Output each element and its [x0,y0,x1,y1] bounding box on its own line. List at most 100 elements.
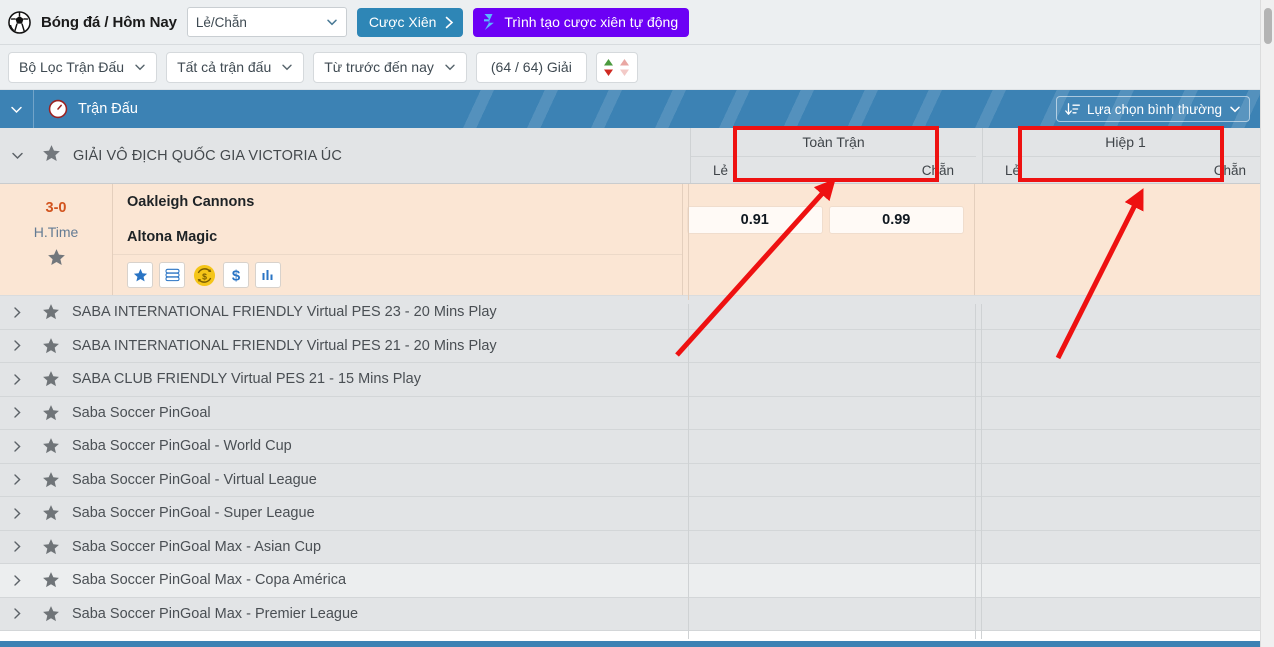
market-group-title: Toàn Trận [802,134,865,150]
section-bar-matches: Trận Đấu Lựa chọn bình thường [0,90,1260,128]
league-expand-toggle[interactable] [0,330,34,363]
away-team-name: Altona Magic [127,228,218,245]
league-favorite-star[interactable] [42,605,60,623]
parlay-button[interactable]: Cược Xiên [356,7,464,37]
league-expand-toggle[interactable] [0,497,34,530]
svg-text:$: $ [202,271,207,281]
league-expand-toggle[interactable] [0,363,34,396]
league-favorite-star[interactable] [42,571,60,589]
cashout-coin-button[interactable]: $ [191,262,217,288]
list-item[interactable]: Saba Soccer PinGoal Max - Premier League [0,597,1260,631]
star-icon [43,572,59,588]
league-expand-toggle[interactable] [0,598,34,631]
league-label: Saba Soccer PinGoal - Super League [72,505,315,522]
horizontal-scrollbar[interactable] [0,641,1260,647]
filter-bar: Bộ Lọc Trận Đấu Tất cả trận đấu Từ trước… [0,45,1274,90]
league-favorite-star[interactable] [42,471,60,489]
match-filter-dropdown[interactable]: Bộ Lọc Trận Đấu [8,51,158,83]
main-content: Trận Đấu Lựa chọn bình thường GIẢI VÔ ĐỊ… [0,90,1268,631]
auto-parlay-button[interactable]: Trình tạo cược xiên tự động [473,7,690,37]
odds-cell-even[interactable]: 0.99 [828,206,964,234]
subheader-odd: Lẻ [713,162,729,178]
match-teams-column: Oakleigh Cannons Altona Magic $ $ [112,184,682,295]
section-collapse-toggle[interactable] [0,90,34,128]
star-icon [43,144,60,161]
league-expand-toggle[interactable] [0,564,34,597]
dollar-button[interactable]: $ [223,262,249,288]
all-matches-label: Tất cả trận đấu [177,59,272,75]
list-item[interactable]: Saba Soccer PinGoal - World Cup [0,430,1260,464]
chevron-right-icon [13,541,21,552]
all-matches-dropdown[interactable]: Tất cả trận đấu [166,51,305,83]
vertical-scrollbar[interactable] [1260,0,1274,647]
market-group-full-match: Toàn Trận Lẻ Chẵn [690,128,976,183]
star-icon [43,304,59,320]
list-item[interactable]: Saba Soccer PinGoal - Super League [0,497,1260,531]
league-count-label: (64 / 64) Giải [490,59,572,75]
star-icon [43,404,59,420]
chevron-down-icon [135,64,145,71]
statistics-button[interactable] [255,262,281,288]
league-favorite-star[interactable] [42,404,60,422]
league-expand-toggle[interactable] [0,397,34,430]
league-label: Saba Soccer PinGoal Max - Asian Cup [72,538,322,555]
chevron-down-icon [282,64,292,71]
match-period: H.Time [33,224,79,240]
league-favorite-star[interactable] [42,303,60,321]
list-item[interactable]: SABA INTERNATIONAL FRIENDLY Virtual PES … [0,329,1260,363]
chevron-right-icon [13,441,21,452]
chevron-right-icon [13,407,21,418]
list-item[interactable]: Saba Soccer PinGoal - Virtual League [0,463,1260,497]
page-title: Bóng đá / Hôm Nay [41,13,177,31]
league-count-button[interactable]: (64 / 64) Giải [475,51,587,83]
market-group-subheaders: Lẻ Chẵn [691,156,976,183]
section-bar-label: Trận Đấu [78,101,138,117]
statistics-bars-icon [262,270,273,280]
league-label: Saba Soccer PinGoal - Virtual League [72,471,317,488]
match-row[interactable]: 3-0 H.Time Oakleigh Cannons Altona Magic [0,184,1260,296]
league-favorite-star[interactable] [42,504,60,522]
chevron-down-icon [327,19,337,26]
chevron-down-icon [11,152,23,160]
league-collapse-toggle[interactable] [0,128,34,183]
subheader-even: Chẵn [921,162,954,178]
time-range-dropdown[interactable]: Từ trước đến nay [313,51,467,83]
league-expand-toggle[interactable] [0,296,34,329]
cashout-coin-icon: $ [193,264,215,286]
list-item[interactable]: Saba Soccer PinGoal Max - Asian Cup [0,530,1260,564]
league-favorite-star[interactable] [42,437,60,455]
match-favorite-star[interactable] [47,248,66,272]
league-label: Saba Soccer PinGoal - World Cup [72,438,292,455]
chevron-right-icon [13,508,21,519]
market-select-value: Lẻ/Chẵn [195,14,247,30]
league-favorite-star[interactable] [42,538,60,556]
league-expand-toggle[interactable] [0,531,34,564]
list-item[interactable]: SABA INTERNATIONAL FRIENDLY Virtual PES … [0,296,1260,330]
list-item[interactable]: Saba Soccer PinGoal Max - Copa América [0,564,1260,598]
chevron-right-icon [13,474,21,485]
market-group-subheaders: Lẻ Chẵn [983,156,1268,183]
view-option-dropdown[interactable]: Lựa chọn bình thường [1055,96,1250,122]
top-header-bar: Bóng đá / Hôm Nay Lẻ/Chẵn Cược Xiên Trìn… [0,0,1274,45]
stacked-layers-button[interactable] [159,262,185,288]
vertical-scrollbar-thumb[interactable] [1264,8,1272,44]
sort-descending-icon [1065,102,1080,115]
chevron-down-icon [445,64,455,71]
sort-toggle[interactable] [595,51,638,83]
stacked-layers-icon [164,268,180,282]
star-icon [43,471,59,487]
odds-cell-odd[interactable]: 0.91 [687,206,823,234]
list-item[interactable]: SABA CLUB FRIENDLY Virtual PES 21 - 15 M… [0,363,1260,397]
chevron-right-icon [13,608,21,619]
league-label: SABA INTERNATIONAL FRIENDLY Virtual PES … [72,304,497,321]
league-expand-toggle[interactable] [0,430,34,463]
league-favorite-star[interactable] [42,144,61,168]
view-option-label: Lựa chọn bình thường [1086,101,1222,117]
list-item[interactable]: Saba Soccer PinGoal [0,396,1260,430]
market-select[interactable]: Lẻ/Chẵn [186,7,347,37]
favorite-star-button[interactable] [127,262,153,288]
league-expand-toggle[interactable] [0,464,34,497]
league-favorite-star[interactable] [42,370,60,388]
dollar-icon: $ [232,267,241,283]
league-favorite-star[interactable] [42,337,60,355]
